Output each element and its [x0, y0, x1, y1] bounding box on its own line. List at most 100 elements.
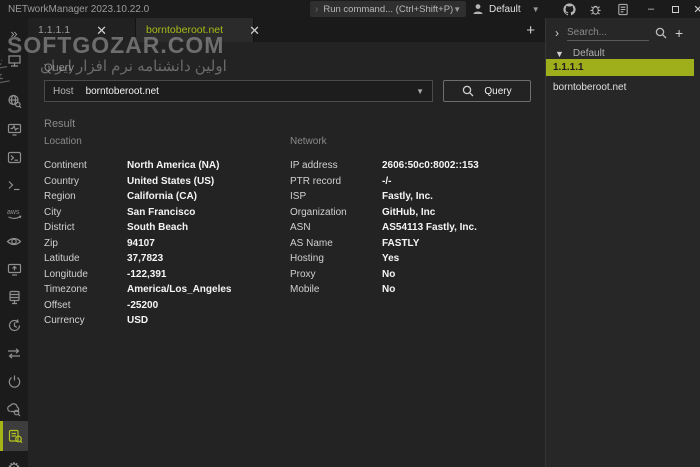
- maximize-button[interactable]: [664, 0, 686, 18]
- gear-icon: ⚙: [7, 461, 20, 467]
- tab-1111[interactable]: 1.1.1.1 ✕: [28, 18, 136, 42]
- result-row: ProxyNo: [290, 267, 545, 283]
- sidebar-item-sntp-lookup[interactable]: [0, 312, 28, 338]
- profile-item-borntoberoot[interactable]: borntoberoot.net: [546, 79, 694, 96]
- geolocation-lookup-icon: [8, 429, 23, 444]
- result-row: CountryUnited States (US): [44, 174, 290, 190]
- profile-group-header[interactable]: ▼ Default: [555, 48, 605, 59]
- profiles-toolbar: › +: [546, 23, 700, 43]
- close-tab-icon[interactable]: ✕: [96, 24, 107, 37]
- person-icon: [472, 3, 484, 15]
- result-row: HostingYes: [290, 251, 545, 267]
- github-icon[interactable]: [560, 2, 578, 16]
- network-interface-icon: [7, 54, 22, 69]
- query-button-label: Query: [484, 86, 511, 97]
- result-row: AS NameFASTLY: [290, 236, 545, 252]
- server-rack-icon: [7, 290, 22, 305]
- tool-sidebar: » aws: [0, 18, 28, 467]
- terminal-icon: [7, 178, 22, 193]
- add-profile-button[interactable]: +: [675, 25, 683, 41]
- location-column: Location ContinentNorth America (NA) Cou…: [44, 136, 290, 329]
- sidebar-item-putty[interactable]: [0, 172, 28, 198]
- sidebar-item-web-console[interactable]: [0, 256, 28, 282]
- minimize-button[interactable]: –: [640, 0, 662, 18]
- result-row: Offset-25200: [44, 298, 290, 314]
- titlebar: NETworkManager 2023.10.22.0 › Run comman…: [0, 0, 700, 18]
- profiles-panel: › + ▼ Default 1.1.1.1 borntoberoot.net: [546, 18, 700, 467]
- double-chevron-right-icon: »: [10, 27, 17, 40]
- tab-label: 1.1.1.1: [38, 24, 70, 36]
- chevron-down-icon: ▼: [555, 49, 564, 59]
- chevron-down-icon: ▼: [532, 5, 540, 14]
- host-row: Host borntoberoot.net ▼ Query: [44, 80, 531, 102]
- profile-dropdown[interactable]: Default ▼: [472, 0, 540, 18]
- collapse-panel-chevron-icon[interactable]: ›: [555, 26, 559, 40]
- result-row: OrganizationGitHub, Inc: [290, 205, 545, 221]
- chevron-down-icon: ▼: [453, 5, 461, 14]
- sidebar-item-discovery-protocol[interactable]: [0, 340, 28, 366]
- chevron-down-icon: ▼: [416, 87, 424, 96]
- power-icon: [7, 374, 22, 389]
- svg-text:aws: aws: [7, 209, 20, 216]
- aws-icon: aws: [6, 206, 23, 221]
- sidebar-item-network-interface[interactable]: [0, 48, 28, 74]
- networkmanager-window: NETworkManager 2023.10.22.0 › Run comman…: [0, 0, 700, 467]
- sidebar-item-tigervnc[interactable]: [0, 228, 28, 254]
- monitor-pulse-icon: [7, 122, 22, 137]
- result-row: PTR record-/-: [290, 174, 545, 190]
- sidebar-item-snmp[interactable]: [0, 284, 28, 310]
- search-icon[interactable]: [655, 27, 667, 39]
- sidebar-item-ping-monitor[interactable]: [0, 116, 28, 142]
- result-row: CurrencyUSD: [44, 313, 290, 329]
- cloud-search-icon: [6, 402, 22, 417]
- result-section-label: Result: [44, 118, 75, 130]
- result-row: TimezoneAmerica/Los_Angeles: [44, 282, 290, 298]
- network-header: Network: [290, 136, 545, 158]
- profile-group-label: Default: [573, 48, 605, 59]
- close-tab-icon[interactable]: ✕: [249, 24, 260, 37]
- result-row: ISPFastly, Inc.: [290, 189, 545, 205]
- close-button[interactable]: ✕: [687, 0, 700, 18]
- result-row: IP address2606:50c0:8002::153: [290, 158, 545, 174]
- sidebar-item-powershell[interactable]: [0, 144, 28, 170]
- run-command-box[interactable]: › Run command... (Ctrl+Shift+P) ▼: [310, 1, 466, 17]
- host-combobox[interactable]: Host borntoberoot.net ▼: [44, 80, 433, 102]
- result-row: Zip94107: [44, 236, 290, 252]
- location-header: Location: [44, 136, 290, 158]
- settings-button[interactable]: ⚙: [0, 455, 28, 467]
- network-column: Network IP address2606:50c0:8002::153 PT…: [290, 136, 545, 329]
- sidebar-item-ip-scanner[interactable]: [0, 88, 28, 114]
- result-row: RegionCalifornia (CA): [44, 189, 290, 205]
- sidebar-item-aws[interactable]: aws: [0, 200, 28, 226]
- result-row: CitySan Francisco: [44, 205, 290, 221]
- tab-bar: 1.1.1.1 ✕ borntoberoot.net ✕ +: [28, 18, 545, 42]
- bug-report-icon[interactable]: [586, 2, 604, 16]
- host-label: Host: [53, 86, 74, 97]
- profiles-search-input[interactable]: [567, 25, 649, 41]
- documentation-icon[interactable]: [614, 2, 632, 16]
- result-row: MobileNo: [290, 282, 545, 298]
- add-tab-button[interactable]: +: [526, 22, 535, 39]
- result-row: ASNAS54113 Fastly, Inc.: [290, 220, 545, 236]
- expand-sidebar-button[interactable]: »: [0, 20, 28, 46]
- globe-search-icon: [7, 94, 22, 109]
- chevron-right-icon: ›: [315, 4, 318, 15]
- query-section-label: Query: [44, 62, 74, 74]
- sidebar-item-wake-on-lan[interactable]: [0, 368, 28, 394]
- sidebar-item-whois[interactable]: [0, 396, 28, 422]
- result-columns: Location ContinentNorth America (NA) Cou…: [44, 136, 545, 329]
- host-value: borntoberoot.net: [86, 86, 417, 97]
- main-area: 1.1.1.1 ✕ borntoberoot.net ✕ + Query Hos…: [28, 18, 545, 467]
- sidebar-item-ip-geolocation[interactable]: [0, 421, 28, 451]
- eye-icon: [6, 234, 22, 249]
- result-row: DistrictSouth Beach: [44, 220, 290, 236]
- result-row: Latitude37,7823: [44, 251, 290, 267]
- swap-arrows-icon: [6, 346, 22, 361]
- tab-label: borntoberoot.net: [146, 24, 223, 36]
- result-row: Longitude-122,391: [44, 267, 290, 283]
- search-icon: [462, 85, 474, 97]
- query-button[interactable]: Query: [443, 80, 531, 102]
- profile-item-1111[interactable]: 1.1.1.1: [546, 59, 694, 76]
- profile-name: Default: [489, 4, 521, 15]
- tab-borntoberoot[interactable]: borntoberoot.net ✕: [136, 18, 254, 42]
